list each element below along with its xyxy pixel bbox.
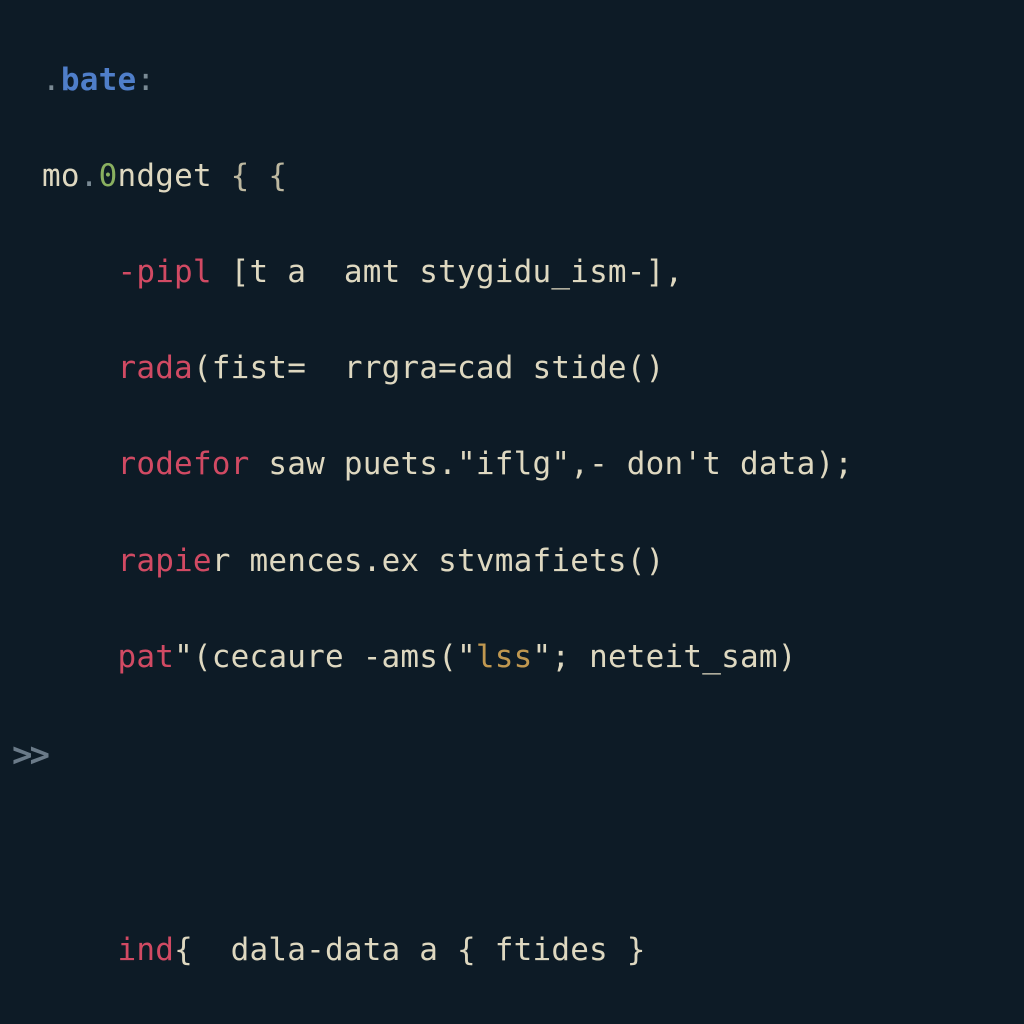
- dot: .: [42, 62, 61, 98]
- code-line-2: | rada(fist= rrgra=cad stide(): [42, 344, 1014, 392]
- zero: 0: [99, 158, 118, 194]
- kw-pipl: -pipl: [117, 254, 211, 290]
- kw-rada: rada: [117, 350, 192, 386]
- kw-pat: pat: [117, 639, 174, 675]
- kw-rode: rode: [117, 446, 192, 482]
- indent-guide: |: [0, 926, 42, 974]
- str-lss: lss: [476, 639, 533, 675]
- colon: :: [136, 62, 155, 98]
- code-line-1: | -pipl [t a amt stygidu_ism-],: [42, 248, 1014, 296]
- mo: mo: [42, 158, 80, 194]
- kw-rapie: rapie: [117, 543, 211, 579]
- kw-ind: ind: [117, 932, 174, 968]
- indent-guide: |: [0, 537, 42, 585]
- ndget: ndget: [117, 158, 211, 194]
- header-line: .bate:: [42, 56, 1014, 104]
- code-line-4: | rapier mences.ex stvmafiets(): [42, 537, 1014, 585]
- keyword-bate: bate: [61, 62, 136, 98]
- indent-guide: |: [0, 633, 42, 681]
- indent-guide: |: [0, 248, 42, 296]
- blank-line: [42, 829, 1014, 877]
- code-line-6: | ind{ dala-data a { ftides }: [42, 926, 1014, 974]
- indent-guide: |: [0, 440, 42, 488]
- indent-guide: |: [0, 344, 42, 392]
- code-line-3: | rodefor saw puets."iflg",- don't data)…: [42, 440, 1014, 488]
- kw-for: for: [193, 446, 250, 482]
- prompt-icon: >>: [12, 735, 47, 775]
- prompt-1: >>: [42, 729, 1014, 782]
- code-line-5: | pat"(cecaure -ams("lss"; neteit_sam): [42, 633, 1014, 681]
- code-editor[interactable]: .bate: mo.0ndget { { | -pipl [t a amt st…: [0, 0, 1024, 1024]
- decl-line: mo.0ndget { {: [42, 152, 1014, 200]
